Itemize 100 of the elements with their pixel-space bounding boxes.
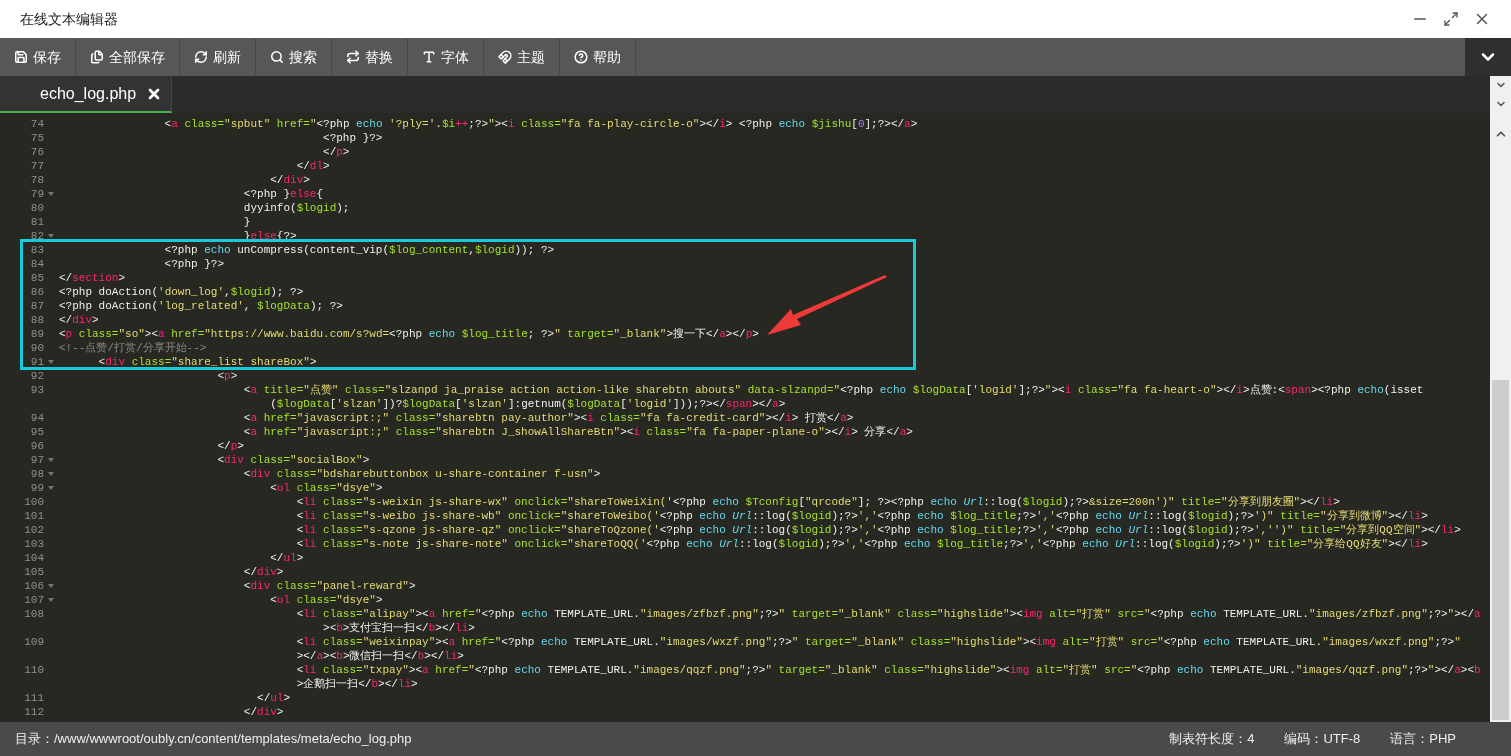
status-item: 制表符长度：4 — [1169, 730, 1255, 749]
line-number: 111 — [24, 691, 44, 705]
code-line: ></a><b>微信扫一扫</b></li> — [295, 649, 464, 663]
code-line: </p> — [216, 439, 244, 453]
code-line: </p> — [322, 145, 350, 159]
search-icon — [270, 50, 284, 64]
code-line: <div class="panel-reward"> — [242, 579, 416, 593]
text-icon — [422, 50, 436, 64]
file-path: 目录：/www/wwwroot/oubly.cn/content/templates/meta/echo_log.php — [15, 730, 412, 749]
code-line: ><b>支付宝扫一扫</b></li> — [322, 621, 475, 635]
status-item: 语言：PHP — [1390, 730, 1456, 749]
code-line: <p> — [216, 369, 238, 383]
code-line: <a href="javascript:;" class="sharebtn pay-author"><i class="fa fa-credit-card"></i> 打赏</a> — [242, 411, 854, 425]
line-number: 85 — [30, 271, 44, 285]
line-number: 74 — [30, 117, 44, 131]
line-number: 77 — [30, 159, 44, 173]
refresh-icon — [194, 50, 208, 64]
line-number: 89 — [30, 327, 44, 341]
line-number: 106 — [24, 579, 44, 593]
code-line: <?php }?> — [322, 131, 383, 145]
code-line: <p class="so"><a href="https://www.baidu.com/s?wd=<?php echo $log_title; ?>" target="_blank">搜一下</a></p> — [58, 327, 759, 341]
line-number: 99 — [30, 481, 44, 495]
line-number: 107 — [24, 593, 44, 607]
code-line: <?php doAction('down_log',$logid); ?> — [58, 285, 304, 299]
line-number: 80 — [30, 201, 44, 215]
code-line: <li class="s-note js-share-note" onclick="shareToQQ('<?php echo Url::log($logid);?>','<?php echo $log_title;?>','<?php echo Url::log($logid);?>')" title="分享给QQ好友"></li> — [295, 537, 1428, 551]
code-line: ($logData['slzan'])?$logData['slzan']:getnum($logData['logid']));?></span></a> — [269, 397, 786, 411]
code-line: <?php doAction('log_related', $logData); ?> — [58, 299, 343, 313]
line-number: 95 — [30, 425, 44, 439]
files-icon — [90, 50, 104, 64]
line-number: 75 — [30, 131, 44, 145]
code-line: <li class="weixinpay"><a href="<?php echo TEMPLATE_URL."images/wxzf.png";?>" target="_blank" class="highslide"><img alt="打赏" src="<?php echo TEMPLATE_URL."images/wxzf.png";?>" — [295, 635, 1461, 649]
line-number: 96 — [30, 439, 44, 453]
line-number: 97 — [30, 453, 44, 467]
save-icon — [14, 50, 28, 64]
scrollbar-thumb[interactable] — [1492, 380, 1509, 720]
code-line: <div class="socialBox"> — [216, 453, 370, 467]
code-line: </ul> — [256, 691, 291, 705]
code-line: </div> — [58, 313, 99, 327]
code-line: </div> — [269, 173, 310, 187]
help-icon — [574, 50, 588, 64]
code-line: <?php }?> — [163, 257, 225, 271]
line-number: 87 — [30, 299, 44, 313]
code-line: <!--点赞/打赏/分享开始--> — [58, 341, 207, 355]
line-number: 104 — [24, 551, 44, 565]
file-tab[interactable]: echo_log.php — [0, 76, 172, 113]
fold-icon[interactable] — [48, 486, 54, 490]
code-line: <li class="s-weibo js-share-wb" onclick="shareToWeibo('<?php echo Url::log($logid);?>','<?php echo $log_title;?>','<?php echo Url::log($logid);?>')" title="分享到微博"></li> — [295, 509, 1428, 523]
line-number: 101 — [24, 509, 44, 523]
code-line: >企鹅扫一扫</b></li> — [295, 677, 418, 691]
code-line: <?php }else{ — [242, 187, 324, 201]
magnet-icon — [498, 50, 512, 64]
code-line: </div> — [242, 565, 284, 579]
fold-icon[interactable] — [48, 360, 54, 364]
line-number: 86 — [30, 285, 44, 299]
line-number: 103 — [24, 537, 44, 551]
line-number: 82 — [30, 229, 44, 243]
line-number: 105 — [24, 565, 44, 579]
code-line: <div class="share_list shareBox"> — [97, 355, 317, 369]
line-number: 79 — [30, 187, 44, 201]
code-line: <a class="spbut" href="<?php echo '?ply='.$i++;?>"><i class="fa fa-play-circle-o"></i> <?php echo $jishu[0];?></a> — [163, 117, 918, 131]
code-line: dyyinfo($logid); — [242, 201, 350, 215]
line-number: 91 — [30, 355, 44, 369]
code-line: <ul class="dsye"> — [269, 593, 383, 607]
code-line: <a href="javascript:;" class="sharebtn J_showAllShareBtn"><i class="fa fa-paper-plane-o"></i> 分享</a> — [242, 425, 913, 439]
line-number: 76 — [30, 145, 44, 159]
code-line: <li class="s-weixin js-share-wx" onclick="shareToWeiXin('<?php echo $Tconfig["qrcode"]; ?><?php echo Url::log($logid);?>&size=200n')" title="分享到朋友圈"></li> — [295, 495, 1340, 509]
code-line: <div class="bdsharebuttonbox u-share-container f-usn"> — [242, 467, 601, 481]
code-line: </div> — [242, 705, 284, 719]
line-number: 92 — [30, 369, 44, 383]
line-number: 102 — [24, 523, 44, 537]
fold-icon[interactable] — [48, 192, 54, 196]
fold-icon[interactable] — [48, 458, 54, 462]
repeat-icon — [346, 50, 360, 64]
code-line: </ul> — [269, 551, 304, 565]
tab-label: echo_log.php — [40, 83, 137, 104]
code-line: <ul class="dsye"> — [269, 481, 383, 495]
line-number: 100 — [24, 495, 44, 509]
status-item: 编码：UTF-8 — [1284, 730, 1361, 749]
code-line: } — [242, 215, 251, 229]
line-number: 110 — [24, 663, 44, 677]
line-number: 88 — [30, 313, 44, 327]
code-line: </dl> — [295, 159, 330, 173]
fold-icon[interactable] — [48, 472, 54, 476]
code-line: <a title="点赞" class="slzanpd ja_praise action action-like sharebtn abouts" data-slzanpd="<?php echo $logData['logid'];?>"><i class="fa fa-heart-o"></i>点赞:<span><?php echo(isset — [242, 383, 1424, 397]
fold-icon[interactable] — [48, 598, 54, 602]
fold-icon[interactable] — [48, 234, 54, 238]
line-number: 94 — [30, 411, 44, 425]
code-line: </section> — [58, 271, 126, 285]
code-line: <?php echo unCompress(content_vip($log_content,$logid)); ?> — [163, 243, 555, 257]
maximize-icon[interactable] — [1443, 11, 1459, 27]
line-number: 90 — [30, 341, 44, 355]
line-number: 98 — [30, 467, 44, 481]
fold-icon[interactable] — [48, 584, 54, 588]
code-line: <li class="txpay"><a href="<?php echo TEMPLATE_URL."images/qqzf.png";?>" target="_blank" class="highslide"><img alt="打赏" src="<?php echo TEMPLATE_URL."images/qqzf.png";?>"></a><b — [295, 663, 1481, 677]
line-number: 93 — [30, 383, 44, 397]
window-title: 在线文本编辑器 — [20, 9, 118, 29]
line-number: 83 — [30, 243, 44, 257]
line-number: 108 — [24, 607, 44, 621]
line-number: 112 — [24, 705, 44, 719]
